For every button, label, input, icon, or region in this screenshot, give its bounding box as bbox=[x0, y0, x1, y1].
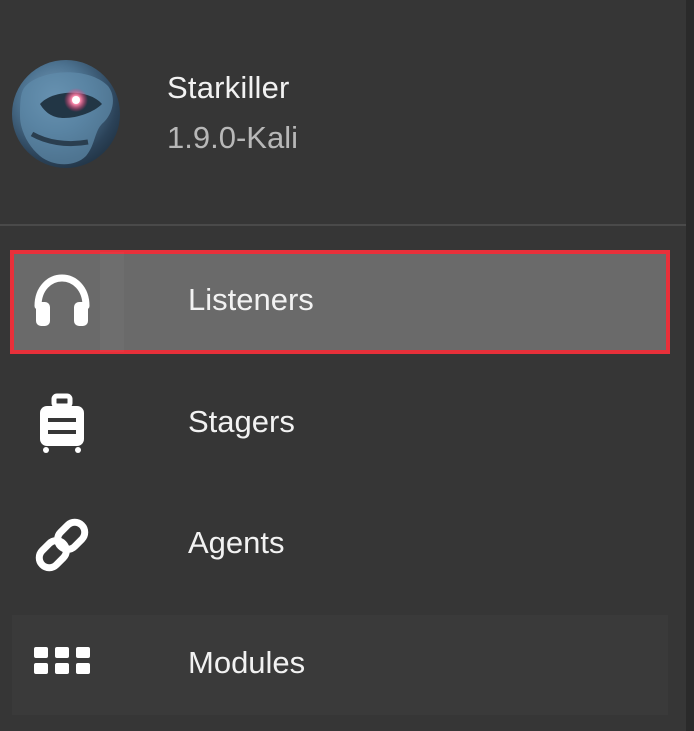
header-divider bbox=[0, 224, 686, 226]
nav-item-modules[interactable]: Modules bbox=[12, 615, 668, 715]
app-version: 1.9.0-Kali bbox=[167, 120, 298, 155]
nav-item-stagers[interactable]: Stagers bbox=[12, 374, 668, 474]
nav-label-stagers: Stagers bbox=[188, 404, 295, 439]
sidebar-right-border bbox=[686, 0, 694, 731]
starkiller-helmet-icon bbox=[12, 60, 120, 168]
headphones-icon bbox=[30, 270, 94, 334]
luggage-icon bbox=[30, 392, 94, 456]
sidebar-header: Starkiller 1.9.0-Kali bbox=[0, 0, 686, 224]
app-title: Starkiller bbox=[167, 70, 290, 105]
starkiller-sidebar: Starkiller 1.9.0-Kali Listeners Stagers … bbox=[0, 0, 694, 731]
nav-item-agents[interactable]: Agents bbox=[12, 495, 668, 595]
nav-label-modules: Modules bbox=[188, 645, 306, 680]
apps-grid-icon bbox=[30, 633, 94, 697]
icon-column bbox=[100, 252, 124, 352]
nav-label-listeners: Listeners bbox=[188, 282, 314, 317]
nav-label-agents: Agents bbox=[188, 525, 285, 560]
nav-item-listeners[interactable]: Listeners bbox=[10, 250, 670, 354]
link-icon bbox=[30, 513, 94, 577]
